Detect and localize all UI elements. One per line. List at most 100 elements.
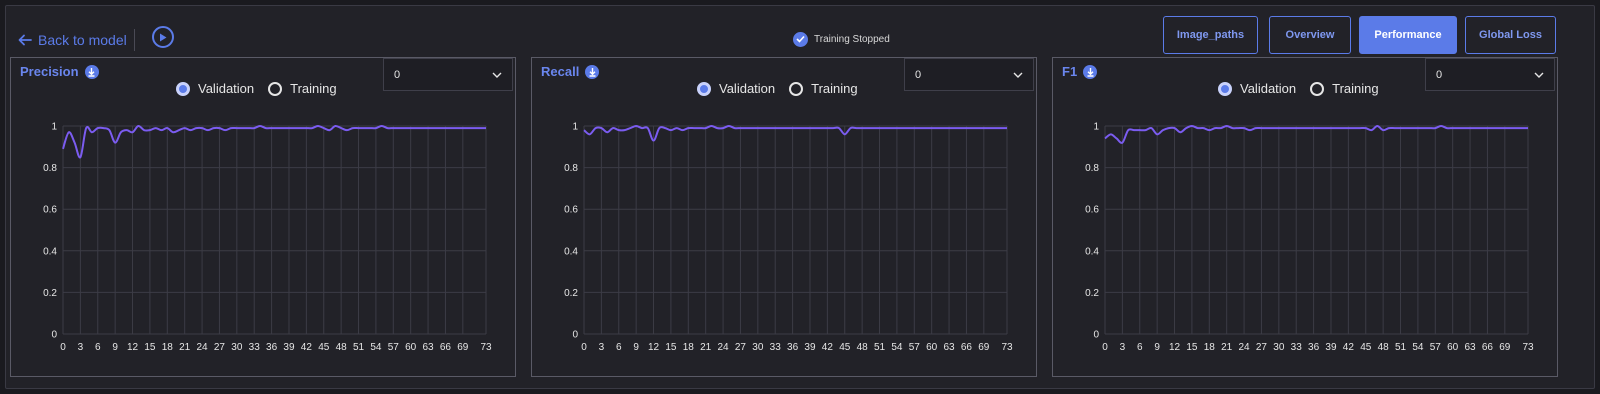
x-tick-label: 0 (1102, 342, 1108, 353)
radio-dot (1310, 81, 1325, 96)
tab-performance[interactable]: Performance (1359, 16, 1457, 54)
x-tick-label: 57 (1430, 342, 1442, 353)
x-tick-label: 9 (1154, 342, 1160, 353)
y-tick-label: 0.6 (564, 205, 578, 216)
back-to-model-label: Back to model (38, 32, 127, 48)
download-icon[interactable] (1083, 64, 1098, 79)
x-tick-label: 9 (633, 342, 639, 353)
play-button[interactable] (152, 26, 174, 48)
x-tick-label: 24 (197, 342, 209, 353)
epoch-select[interactable]: 0 (383, 58, 513, 91)
validation-series-line (1104, 125, 1528, 144)
x-tick-label: 63 (1464, 342, 1476, 353)
recall-chart: 00.20.40.60.810 3 6 9 12 15 18 21 24 27 30 33 36 39 42… (564, 122, 1013, 354)
x-tick-label: 51 (874, 342, 886, 353)
y-tick-label: 0.8 (564, 163, 578, 174)
x-tick-label: 15 (665, 342, 677, 353)
x-tick-label: 24 (1239, 342, 1251, 353)
x-tick-label: 12 (127, 342, 139, 353)
y-tick-label: 1 (1093, 122, 1099, 133)
x-tick-label: 36 (787, 342, 799, 353)
y-tick-label: 0.4 (1085, 246, 1099, 257)
x-tick-label: 12 (648, 342, 660, 353)
x-tick-label: 45 (839, 342, 851, 353)
x-tick-label: 63 (943, 342, 955, 353)
x-tick-label: 24 (718, 342, 730, 353)
y-tick-label: 0.6 (1085, 205, 1099, 216)
radio-training[interactable]: Training (1310, 81, 1379, 96)
x-tick-label: 3 (78, 342, 84, 353)
precision-panel: Precision 0 Validation Training 0 0.2 0.4 0… (10, 57, 516, 377)
panel-title: Precision (20, 64, 79, 79)
x-tick-label: 48 (857, 342, 869, 353)
back-to-model-link[interactable]: Back to model (18, 30, 127, 50)
x-tick-label: 6 (616, 342, 622, 353)
y-tick-label: 0.8 (43, 163, 57, 174)
recall-panel: Recall 0 Validation Training 0 0.2 0.4 0.6 0… (531, 57, 1037, 377)
x-tick-label: 73 (1001, 342, 1013, 353)
radio-dot (789, 81, 804, 96)
download-icon[interactable] (585, 64, 600, 79)
x-tick-label: 69 (1499, 342, 1511, 353)
y-tick-label: 1 (51, 122, 57, 133)
y-tick-label: 0.2 (43, 288, 57, 299)
radio-validation[interactable]: Validation (176, 81, 254, 96)
x-tick-label: 6 (95, 342, 101, 353)
series-toggle: Validation Training (1218, 81, 1379, 96)
x-tick-label: 21 (1221, 342, 1233, 353)
radio-validation[interactable]: Validation (1218, 81, 1296, 96)
x-tick-label: 30 (231, 342, 243, 353)
x-tick-label: 39 (283, 342, 295, 353)
x-tick-label: 27 (1256, 342, 1268, 353)
radio-training[interactable]: Training (789, 81, 858, 96)
x-tick-label: 54 (891, 342, 903, 353)
radio-validation-label: Validation (198, 81, 255, 96)
x-tick-label: 33 (249, 342, 261, 353)
x-tick-label: 42 (1343, 342, 1355, 353)
radio-training-label: Training (290, 81, 337, 96)
y-tick-label: 1 (572, 122, 578, 133)
play-icon (160, 33, 167, 41)
radio-training[interactable]: Training (268, 81, 337, 96)
x-tick-label: 73 (1522, 342, 1534, 353)
x-tick-label: 18 (1204, 342, 1216, 353)
x-tick-label: 33 (770, 342, 782, 353)
x-tick-label: 66 (440, 342, 452, 353)
x-tick-label: 60 (1447, 342, 1459, 353)
f1-chart: 00.20.40.60.810 3 6 9 12 15 18 21 24 27 30 33 36 39 42… (1085, 122, 1534, 354)
x-tick-label: 42 (301, 342, 313, 353)
tab-image-paths[interactable]: Image_paths (1163, 16, 1258, 54)
radio-validation[interactable]: Validation (697, 81, 775, 96)
x-tick-label: 57 (909, 342, 921, 353)
x-tick-label: 15 (144, 342, 156, 353)
x-tick-label: 30 (752, 342, 764, 353)
recall-title-wrap: Recall (541, 64, 600, 79)
x-tick-label: 69 (457, 342, 469, 353)
y-tick-label: 0 (51, 330, 57, 341)
f1-panel: F1 0 Validation Training 0 0.2 0.4 0.6 0.8 1 0… (1052, 57, 1558, 377)
panel-title: Recall (541, 64, 580, 79)
check-circle-icon (793, 31, 808, 47)
precision-chart: 00.20.40.60.810 3 6 9 12 15 18 21 24 27 30 33 36 39 42… (43, 122, 492, 354)
precision-title-wrap: Precision (20, 64, 99, 79)
epoch-select-value: 0 (394, 68, 401, 81)
tab-overview[interactable]: Overview (1269, 16, 1351, 54)
x-tick-label: 21 (700, 342, 712, 353)
download-icon[interactable] (84, 64, 99, 79)
y-tick-label: 0 (1093, 330, 1099, 341)
x-tick-label: 0 (581, 342, 587, 353)
epoch-select[interactable]: 0 (904, 58, 1034, 91)
radio-dot (176, 81, 190, 96)
x-tick-label: 48 (336, 342, 348, 353)
chevron-down-icon (492, 72, 502, 78)
radio-dot (697, 81, 711, 96)
x-tick-label: 60 (405, 342, 417, 353)
epoch-select[interactable]: 0 (1425, 58, 1555, 91)
epoch-select-value: 0 (915, 68, 922, 81)
chevron-down-icon (1013, 72, 1023, 78)
x-tick-label: 33 (1291, 342, 1303, 353)
x-tick-label: 18 (162, 342, 174, 353)
radio-validation-label: Validation (719, 81, 776, 96)
radio-training-label: Training (811, 81, 858, 96)
tab-global-loss[interactable]: Global Loss (1465, 16, 1556, 54)
